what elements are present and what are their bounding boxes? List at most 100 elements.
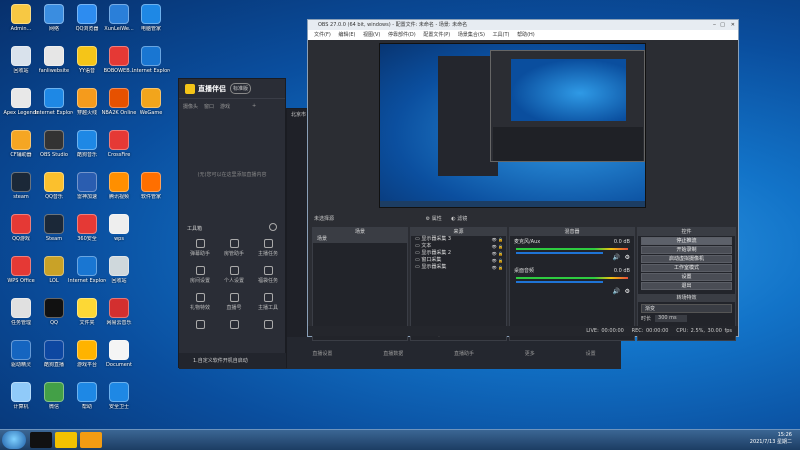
menu-view[interactable]: 视图(V)	[363, 32, 380, 38]
desktop-icon[interactable]: 腾讯视频	[102, 172, 136, 200]
tool-item[interactable]	[217, 320, 251, 331]
menu-scene-collection[interactable]: 场景集合(S)	[458, 32, 485, 38]
toolbox-settings-icon[interactable]	[269, 223, 277, 231]
scene-item[interactable]: 场景	[313, 236, 407, 243]
properties-button[interactable]: ⚙ 属性	[426, 216, 442, 222]
bottom-tab-0[interactable]: 直播设置	[312, 350, 332, 357]
visibility-lock-icon[interactable]: 👁 🔒	[492, 264, 503, 271]
desktop-icon[interactable]: Internet Explorer	[68, 256, 106, 284]
tab-window[interactable]: 窗口	[204, 103, 214, 110]
desktop-icon[interactable]: 微信	[37, 382, 71, 410]
bottom-tab-2[interactable]: 直播助手	[454, 350, 474, 357]
desktop-icon[interactable]: CF辅助器	[4, 130, 38, 158]
desktop-icon[interactable]: 软件管家	[134, 172, 168, 200]
taskbar-app-icon[interactable]	[80, 432, 102, 448]
menu-profile[interactable]: 配置文件(P)	[423, 32, 450, 38]
obs-preview[interactable]	[379, 43, 646, 208]
control-button[interactable]: 启动虚拟摄像机	[641, 255, 732, 263]
maximize-button[interactable]: □	[720, 20, 725, 30]
desktop-icon[interactable]: XunLeiWe...	[102, 4, 136, 32]
desktop-icon[interactable]: 酷狗音乐	[70, 130, 104, 158]
menu-edit[interactable]: 编辑(E)	[338, 32, 355, 38]
desktop-icon[interactable]: Internet Explorer	[35, 88, 73, 116]
desktop-icon[interactable]: Admin...	[4, 4, 38, 32]
desktop-icon[interactable]: wps	[102, 214, 136, 242]
desktop-icon[interactable]: YY语音	[70, 46, 104, 74]
desktop-icon[interactable]: OBS Studio	[37, 130, 71, 158]
clock-time[interactable]: 15:26	[750, 432, 792, 439]
mic-volume-slider[interactable]	[516, 252, 603, 254]
tool-item[interactable]: 个人设置	[217, 266, 251, 284]
desktop-icon[interactable]: CrossFire	[102, 130, 136, 158]
visibility-lock-icon[interactable]: 👁 🔒	[492, 257, 503, 264]
close-button[interactable]: ✕	[731, 20, 735, 30]
desktop-icon[interactable]: 雷神加速	[70, 172, 104, 200]
filters-button[interactable]: ◐ 滤镜	[451, 216, 467, 222]
source-item[interactable]: ▭ 窗口采集 👁 🔒	[411, 257, 506, 264]
desktop-icon[interactable]: WeGame	[134, 88, 168, 116]
tool-item[interactable]: 主播工具	[251, 293, 285, 311]
menu-file[interactable]: 文件(F)	[314, 32, 331, 38]
add-source-icon[interactable]: +	[252, 103, 256, 109]
tab-camera[interactable]: 摄像头	[183, 103, 198, 110]
source-item[interactable]: ▭ 显示器采集 👁 🔒	[411, 264, 506, 271]
tool-item[interactable]	[251, 320, 285, 331]
desktop-icon[interactable]: 回收站	[4, 46, 38, 74]
tool-item[interactable]: 礼物特效	[183, 293, 217, 311]
desktop-icon[interactable]: WPS Office	[4, 256, 38, 284]
menu-help[interactable]: 帮助(H)	[517, 32, 535, 38]
tool-item[interactable]: 直播号	[217, 293, 251, 311]
desktop-icon[interactable]: 网易云音乐	[102, 298, 136, 326]
desktop-icon[interactable]: 驱动精灵	[4, 340, 38, 368]
desktop-icon[interactable]: 回收站	[102, 256, 136, 284]
desktop-icon[interactable]: 酷狗直播	[37, 340, 71, 368]
bottom-tab-3[interactable]: 更多	[525, 350, 535, 357]
desktop-icon[interactable]: BOBOWEB...	[102, 46, 136, 74]
mic-settings-icon[interactable]: ⚙	[625, 254, 630, 261]
desktop-icon[interactable]: LOL	[37, 256, 71, 284]
control-button[interactable]: 退出	[641, 282, 732, 290]
menu-tools[interactable]: 工具(T)	[493, 32, 510, 38]
bottom-tab-1[interactable]: 直播数据	[383, 350, 403, 357]
desktop-icon[interactable]: Internet Explorer	[132, 46, 170, 74]
desktop-icon[interactable]: 电脑管家	[134, 4, 168, 32]
tool-item[interactable]: 房间设置	[183, 266, 217, 284]
tool-item[interactable]	[183, 320, 217, 331]
desktop-icon[interactable]: 网络	[37, 4, 71, 32]
source-item[interactable]: ▭ 显示器采集 3 👁 🔒	[411, 236, 506, 243]
desktop-icon[interactable]: Apex Legends	[3, 88, 39, 116]
transition-type-select[interactable]: 渐变	[641, 304, 732, 313]
desktop-icon[interactable]: QQ游戏	[4, 214, 38, 242]
tool-item[interactable]: 房管助手	[217, 239, 251, 257]
source-item[interactable]: ▭ 显示器采集 2 👁 🔒	[411, 250, 506, 257]
desktop-icon[interactable]: 任务管理	[4, 298, 38, 326]
desktop-icon[interactable]: 游戏平台	[70, 340, 104, 368]
desktop-icon[interactable]: Steam	[37, 214, 71, 242]
source-item[interactable]: ▭ 文本 👁 🔒	[411, 243, 506, 250]
desktop-icon[interactable]: 360安全	[70, 214, 104, 242]
desktop-icon[interactable]: Document	[102, 340, 136, 368]
control-button[interactable]: 设置	[641, 273, 732, 281]
control-button[interactable]: 工作室模式	[641, 264, 732, 272]
bottom-tab-4[interactable]: 设置	[586, 350, 596, 357]
minimize-button[interactable]: ‒	[713, 20, 716, 30]
desktop-icon[interactable]: QQ	[37, 298, 71, 326]
desktop-icon[interactable]: fanliwebsite	[37, 46, 71, 74]
desktop-icon[interactable]: 安全卫士	[102, 382, 136, 410]
tool-item[interactable]: 弹幕助手	[183, 239, 217, 257]
tool-item[interactable]: 福袋任务	[251, 266, 285, 284]
visibility-lock-icon[interactable]: 👁 🔒	[492, 236, 503, 243]
desktop-volume-slider[interactable]	[516, 281, 603, 283]
desktop-icon[interactable]: 帮助	[70, 382, 104, 410]
desktop-settings-icon[interactable]: ⚙	[625, 288, 630, 295]
visibility-lock-icon[interactable]: 👁 🔒	[492, 250, 503, 257]
taskbar-app-icon[interactable]	[30, 432, 52, 448]
tab-game[interactable]: 游戏	[220, 103, 230, 110]
desktop-icon[interactable]: QQ音乐	[37, 172, 71, 200]
desktop-icon[interactable]: steam	[4, 172, 38, 200]
duration-input[interactable]: 300 ms	[655, 315, 687, 322]
desktop-icon[interactable]: 文件夹	[70, 298, 104, 326]
control-button[interactable]: 开始录制	[641, 246, 732, 254]
taskbar-app-icon[interactable]	[55, 432, 77, 448]
desktop-mute-icon[interactable]: 🔊	[613, 288, 620, 295]
